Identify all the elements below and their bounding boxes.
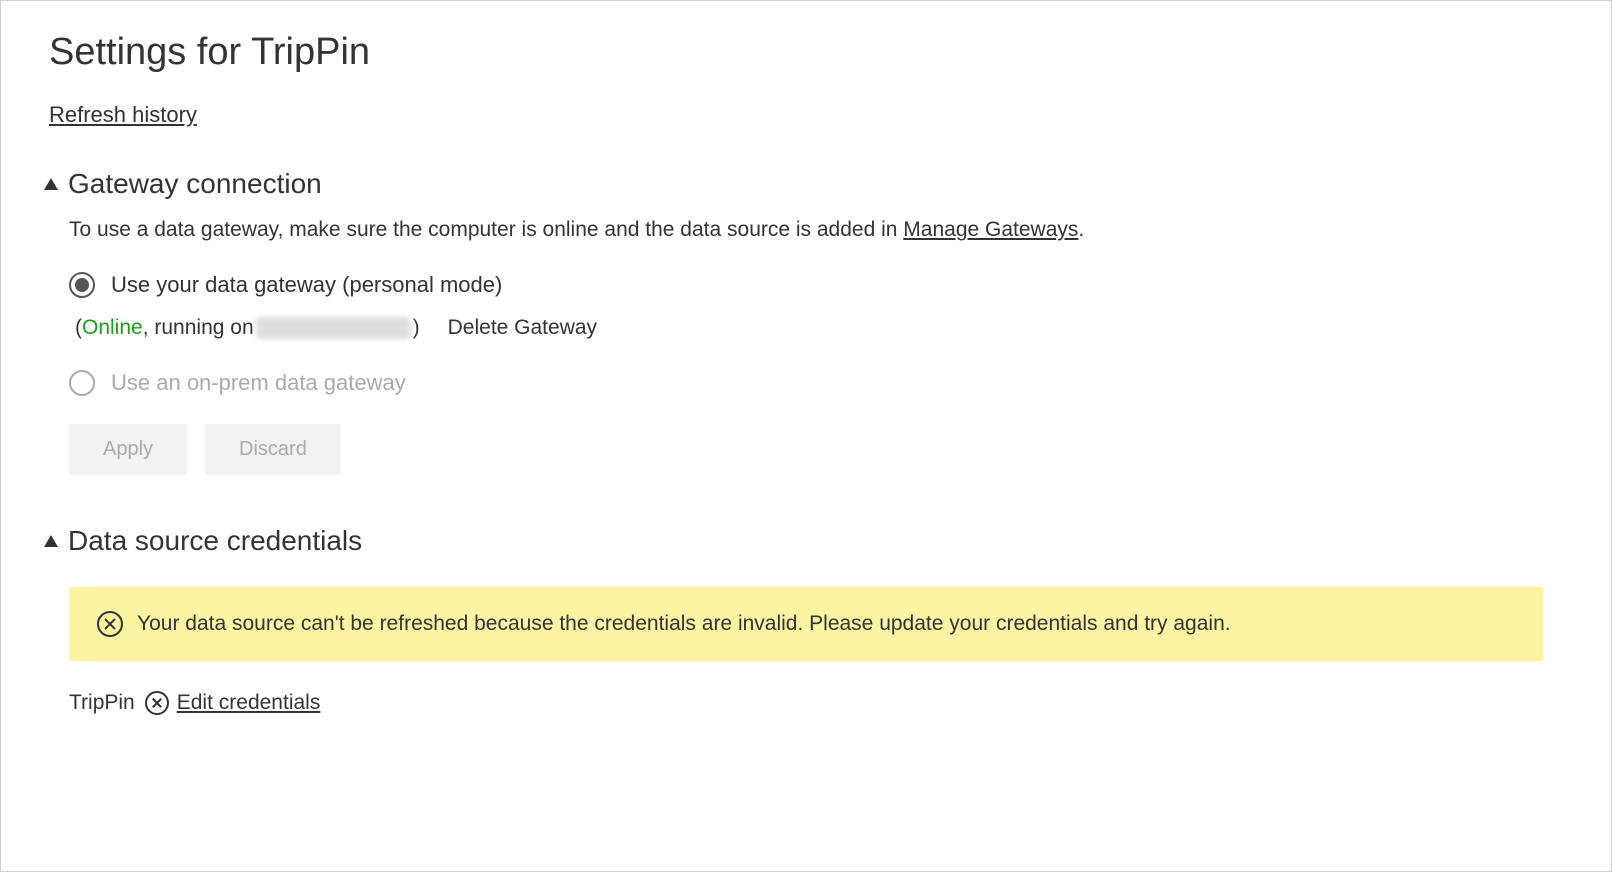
gateway-personal-radio-row[interactable]: Use your data gateway (personal mode) bbox=[69, 272, 1563, 298]
machine-name-redacted bbox=[256, 317, 411, 339]
alert-text: Your data source can't be refreshed beca… bbox=[137, 612, 1231, 636]
gateway-button-row: Apply Discard bbox=[69, 424, 1563, 475]
credentials-section-title: Data source credentials bbox=[68, 525, 362, 557]
paren-open: ( bbox=[75, 316, 82, 340]
gateway-desc-text: To use a data gateway, make sure the com… bbox=[69, 218, 903, 241]
gateway-description: To use a data gateway, make sure the com… bbox=[69, 218, 1563, 242]
error-circle-icon bbox=[145, 691, 169, 715]
error-circle-icon bbox=[97, 611, 123, 637]
chevron-up-icon bbox=[44, 178, 58, 190]
gateway-onprem-label: Use an on-prem data gateway bbox=[111, 370, 406, 396]
apply-button[interactable]: Apply bbox=[69, 424, 187, 475]
radio-unselected-icon bbox=[69, 370, 95, 396]
manage-gateways-link[interactable]: Manage Gateways bbox=[903, 218, 1078, 241]
gateway-personal-label: Use your data gateway (personal mode) bbox=[111, 272, 502, 298]
edit-credentials-link[interactable]: Edit credentials bbox=[177, 691, 321, 715]
radio-selected-icon bbox=[69, 272, 95, 298]
source-name: TripPin bbox=[69, 691, 135, 715]
gateway-connection-section: Gateway connection To use a data gateway… bbox=[49, 168, 1563, 475]
data-source-credentials-section: Data source credentials Your data source… bbox=[49, 525, 1563, 715]
page-title: Settings for TripPin bbox=[49, 31, 1563, 74]
gateway-desc-suffix: . bbox=[1078, 218, 1084, 241]
gateway-onprem-radio-row[interactable]: Use an on-prem data gateway bbox=[69, 370, 1563, 396]
discard-button[interactable]: Discard bbox=[205, 424, 341, 475]
gateway-section-toggle[interactable]: Gateway connection bbox=[49, 168, 1563, 200]
paren-close: ) bbox=[413, 316, 420, 340]
credentials-section-toggle[interactable]: Data source credentials bbox=[49, 525, 1563, 557]
delete-gateway-link[interactable]: Delete Gateway bbox=[448, 316, 597, 340]
gateway-status-row: (Online, running on ) Delete Gateway bbox=[75, 316, 1563, 340]
credentials-source-row: TripPin Edit credentials bbox=[69, 691, 1563, 715]
credentials-alert: Your data source can't be refreshed beca… bbox=[69, 587, 1543, 661]
status-online: Online bbox=[82, 316, 143, 340]
status-running-text: , running on bbox=[143, 316, 254, 340]
refresh-history-link[interactable]: Refresh history bbox=[49, 102, 197, 128]
gateway-section-title: Gateway connection bbox=[68, 168, 322, 200]
chevron-up-icon bbox=[44, 535, 58, 547]
